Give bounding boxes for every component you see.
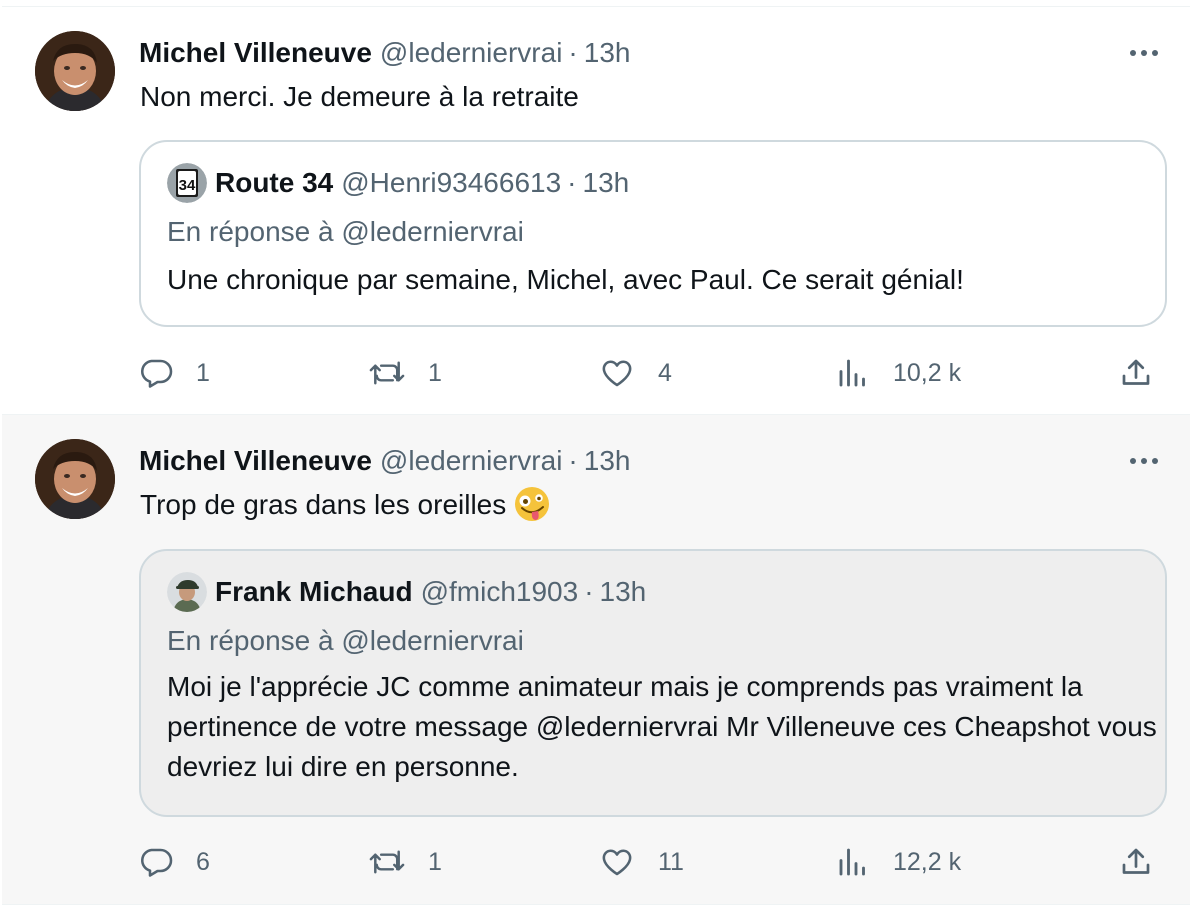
retweet-count: 1 [428,358,442,387]
separator-dot: · [568,37,578,68]
quoted-tweet-timestamp: 13h [582,167,630,198]
tweet-timestamp[interactable]: 13h [584,37,631,69]
more-options-icon[interactable] [1124,39,1164,67]
quoted-author-name[interactable]: Route 34 [215,167,333,199]
retweet-button[interactable]: 1 [368,841,442,883]
author-name[interactable]: Michel Villeneuve [139,37,372,69]
share-button[interactable] [1118,841,1154,883]
reply-icon [138,844,174,880]
views-button[interactable]: 10,2 k [835,352,961,394]
quoted-tweet-header: Frank Michaud @fmich1903 · 13h [167,571,646,613]
separator-dot: · [567,167,577,198]
route-34-sign-icon[interactable]: 34 [167,163,207,203]
analytics-icon [835,844,871,880]
share-button[interactable] [1118,352,1154,394]
author-name[interactable]: Michel Villeneuve [139,445,372,477]
retweet-count: 1 [428,847,442,876]
more-options-icon[interactable] [1124,447,1164,475]
heart-icon [598,844,636,880]
author-avatar[interactable] [35,439,115,519]
views-count: 10,2 k [893,358,962,387]
share-icon [1118,844,1154,880]
tweet-header: Michel Villeneuve @ledernier​vrai · 13h [139,33,630,73]
reply-icon [138,355,174,391]
reply-count: 1 [196,358,210,387]
views-button[interactable]: 12,2 k [835,841,961,883]
svg-text:34: 34 [179,177,196,194]
analytics-icon [835,355,871,391]
tweet[interactable]: Michel Villeneuve @ledernier​vrai · 13h … [2,415,1190,905]
like-count: 4 [658,358,672,387]
reply-count: 6 [196,847,210,876]
author-avatar[interactable] [35,31,115,111]
reply-button[interactable]: 6 [138,841,210,883]
quoted-author-handle[interactable]: @fmich1903 [421,576,579,608]
like-button[interactable]: 4 [598,352,672,394]
tweet-text-container: Trop de gras dans les oreilles [140,485,550,525]
reply-context: En réponse à @ledernier​vrai [167,625,524,656]
heart-icon [598,355,636,391]
views-count: 12,2 k [893,847,962,876]
like-count: 11 [658,847,684,876]
retweet-icon [368,355,406,391]
reply-button[interactable]: 1 [138,352,210,394]
quoted-tweet-header: 34 Route 34 @Henri93466613 · 13h [167,162,629,204]
retweet-button[interactable]: 1 [368,352,442,394]
tweet-actions: 6 1 11 12,2 k [138,841,1168,883]
timeline-feed: Michel Villeneuve @ledernier​vrai · 13h … [0,0,1192,908]
author-handle[interactable]: @ledernier​vrai [380,445,563,477]
separator-dot: · [584,576,594,607]
tweet[interactable]: Michel Villeneuve @ledernier​vrai · 13h … [2,6,1190,415]
tweet-text: Trop de gras dans les oreilles [140,489,507,520]
retweet-icon [368,844,406,880]
quoted-author-avatar[interactable] [167,572,207,612]
quoted-tweet-timestamp: 13h [599,576,647,607]
separator-dot: · [568,445,578,476]
quoted-tweet-text: Une chronique par semaine, Michel, avec … [167,264,964,295]
tweet-text: Non merci. Je demeure à la retraite [140,81,579,112]
reply-context: En réponse à @ledernier​vrai [167,216,524,247]
share-icon [1118,355,1154,391]
quoted-author-handle[interactable]: @Henri93466613 [341,167,561,199]
like-button[interactable]: 11 [598,841,684,883]
quoted-tweet[interactable]: 34 Route 34 @Henri93466613 · 13h En répo… [139,140,1167,327]
tweet-header: Michel Villeneuve @ledernier​vrai · 13h [139,441,630,481]
quoted-tweet-text: Moi je l'apprécie JC comme animateur mai… [167,671,1157,782]
tweet-actions: 1 1 4 10,2 k [138,352,1168,394]
zany-face-icon [514,486,550,522]
author-handle[interactable]: @ledernier​vrai [380,37,563,69]
quoted-author-name[interactable]: Frank Michaud [215,576,413,608]
tweet-timestamp[interactable]: 13h [584,445,631,477]
quoted-tweet[interactable]: Frank Michaud @fmich1903 · 13h En répons… [139,549,1167,817]
